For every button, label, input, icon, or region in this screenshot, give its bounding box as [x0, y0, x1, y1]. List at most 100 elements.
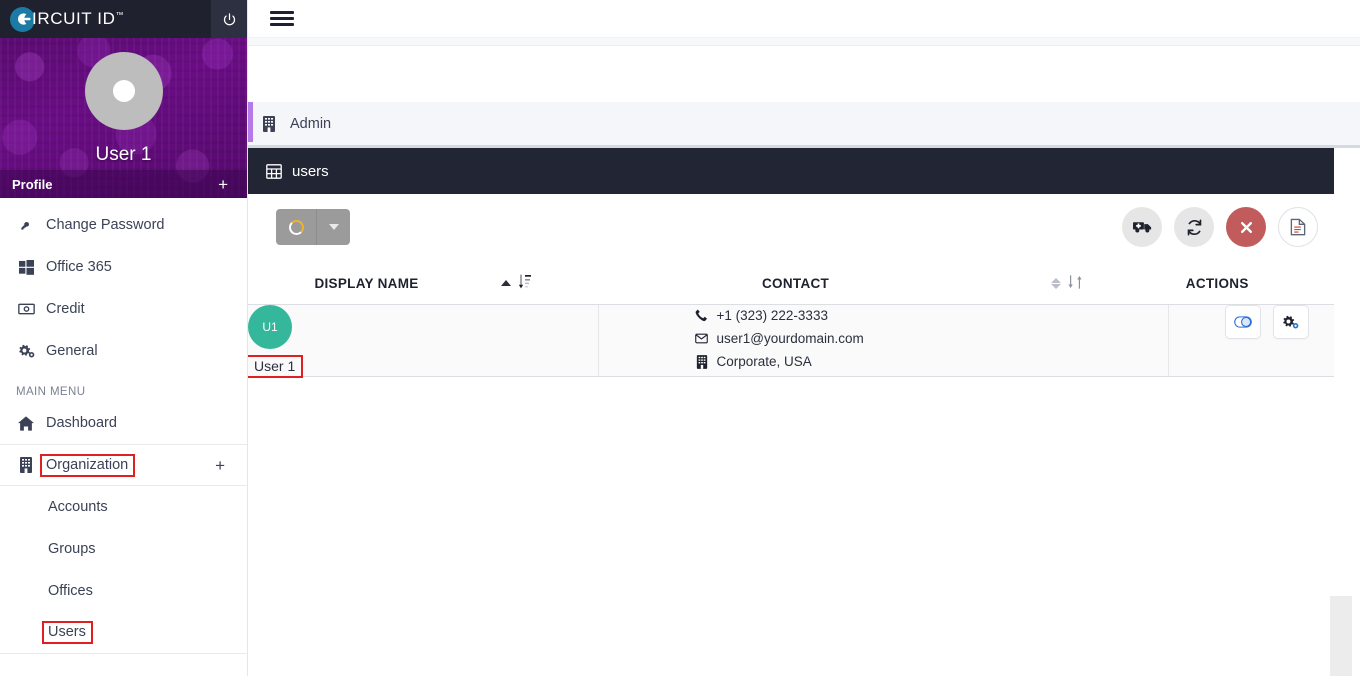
sidebar-item-credit[interactable]: Credit [0, 288, 247, 330]
money-icon [16, 302, 36, 316]
power-icon[interactable] [211, 0, 247, 38]
app-root: IRCUIT ID™ User 1 Profile + [0, 0, 1360, 676]
sidebar-item-dashboard[interactable]: Dashboard [0, 402, 247, 444]
topbar-strip [248, 38, 1360, 46]
sidebar-item-label: Dashboard [46, 415, 117, 431]
cogs-icon [16, 343, 36, 359]
sidebar-item-accounts[interactable]: Accounts [0, 486, 247, 528]
organization-add-button[interactable]: + [215, 457, 225, 474]
contact-email: user1@yourdomain.com [695, 328, 1168, 349]
avatar-initials: U1 [262, 320, 277, 334]
close-x-icon[interactable] [1226, 207, 1266, 247]
sidebar-item-groups[interactable]: Groups [0, 528, 247, 570]
profile-block: User 1 Profile + [0, 38, 247, 198]
users-panel: users [248, 148, 1334, 377]
table-toolbar [248, 194, 1334, 260]
table-body: U1 User 1 [248, 305, 1334, 377]
building-icon [16, 457, 36, 473]
panel-body: DISPLAY NAME [248, 194, 1334, 377]
table-head: DISPLAY NAME [248, 260, 1334, 305]
topbar [248, 0, 1360, 38]
sidebar-subitem-label: Offices [48, 583, 93, 599]
table-row[interactable]: U1 User 1 [248, 305, 1334, 377]
sidebar-item-general[interactable]: General [0, 330, 247, 372]
avatar: U1 [248, 305, 292, 349]
file-document-icon[interactable] [1278, 207, 1318, 247]
column-label: DISPLAY NAME [314, 276, 418, 291]
sidebar: IRCUIT ID™ User 1 Profile + [0, 0, 248, 676]
profile-add-button[interactable]: + [218, 176, 228, 193]
column-header-contact[interactable]: CONTACT [598, 260, 1168, 305]
key-icon [16, 217, 36, 233]
avatar-inner-dot [113, 80, 135, 102]
sort-controls-contact[interactable] [1051, 275, 1082, 292]
column-header-actions: ACTIONS [1168, 260, 1334, 305]
sidebar-item-change-password[interactable]: Change Password [0, 204, 247, 246]
sidebar-nav: Change Password Office 365 [0, 198, 247, 654]
breadcrumb-accent [248, 102, 253, 142]
sidebar-item-users[interactable]: Users [0, 612, 247, 654]
user-avatar-placeholder [85, 52, 163, 130]
truck-icon[interactable] [1122, 207, 1162, 247]
windows-icon [16, 260, 36, 275]
envelope-icon [695, 333, 709, 344]
content-spacer [248, 46, 1360, 102]
breadcrumb-label: Admin [290, 116, 331, 132]
breadcrumb[interactable]: Admin [248, 102, 1360, 148]
logo-bar: IRCUIT ID™ [0, 0, 247, 38]
toggle-switch-icon[interactable] [1225, 305, 1261, 339]
cell-display-name: U1 User 1 [248, 305, 598, 377]
contact-email-text: user1@yourdomain.com [717, 331, 864, 346]
toolbar-actions [1122, 207, 1318, 247]
sidebar-item-organization[interactable]: Organization + [0, 444, 247, 486]
main-area: Admin users [248, 0, 1360, 676]
cell-actions [1168, 305, 1334, 377]
sidebar-subitem-label: Users [44, 623, 91, 642]
table-icon [266, 164, 282, 179]
panel-header: users [248, 148, 1334, 194]
status-button-group[interactable] [276, 209, 350, 245]
sidebar-item-label: Credit [46, 301, 85, 317]
cogs-icon[interactable] [1273, 305, 1309, 339]
users-table-wrap: DISPLAY NAME [248, 260, 1334, 377]
sidebar-subitem-label: Accounts [48, 499, 108, 515]
sidebar-subitem-label: Groups [48, 541, 96, 557]
sort-controls-display-name[interactable] [501, 274, 532, 292]
loading-spinner-icon[interactable] [276, 209, 316, 245]
column-header-display-name[interactable]: DISPLAY NAME [248, 260, 598, 305]
cell-contact: +1 (323) 222-3333 [598, 305, 1168, 377]
sidebar-item-label: Office 365 [46, 259, 112, 275]
sidebar-item-label: Organization [42, 456, 133, 475]
building-icon [262, 116, 276, 132]
profile-display-name: User 1 [96, 144, 152, 166]
contact-phone: +1 (323) 222-3333 [695, 305, 1168, 326]
sort-alpha-icon[interactable] [518, 274, 532, 292]
table-header-row: DISPLAY NAME [248, 260, 1334, 305]
sort-numeric-icon[interactable] [1068, 275, 1082, 292]
brand-logo[interactable]: IRCUIT ID™ [10, 7, 124, 32]
sort-asc-icon[interactable] [501, 280, 511, 286]
panel-title: users [292, 163, 329, 180]
profile-section-header: Profile + [0, 170, 248, 198]
sort-none-icon[interactable] [1051, 278, 1061, 289]
sidebar-item-label: General [46, 343, 98, 359]
contact-phone-text: +1 (323) 222-3333 [717, 308, 828, 323]
brand-name: IRCUIT ID™ [32, 9, 124, 29]
trademark-mark: ™ [115, 10, 124, 19]
row-display-name: User 1 [248, 357, 301, 376]
main-menu-section-label: MAIN MENU [0, 372, 247, 402]
building-icon [695, 355, 709, 369]
home-icon [16, 416, 36, 431]
refresh-icon[interactable] [1174, 207, 1214, 247]
hamburger-icon[interactable] [270, 8, 294, 29]
profile-section-label: Profile [12, 177, 52, 192]
caret-down-icon[interactable] [316, 209, 350, 245]
column-label: ACTIONS [1186, 276, 1249, 291]
contact-office: Corporate, USA [695, 351, 1168, 372]
column-label: CONTACT [762, 276, 829, 291]
sidebar-item-offices[interactable]: Offices [0, 570, 247, 612]
users-table: DISPLAY NAME [248, 260, 1334, 377]
vertical-scrollbar[interactable] [1330, 596, 1352, 676]
sidebar-item-office-365[interactable]: Office 365 [0, 246, 247, 288]
contact-office-text: Corporate, USA [717, 354, 812, 369]
